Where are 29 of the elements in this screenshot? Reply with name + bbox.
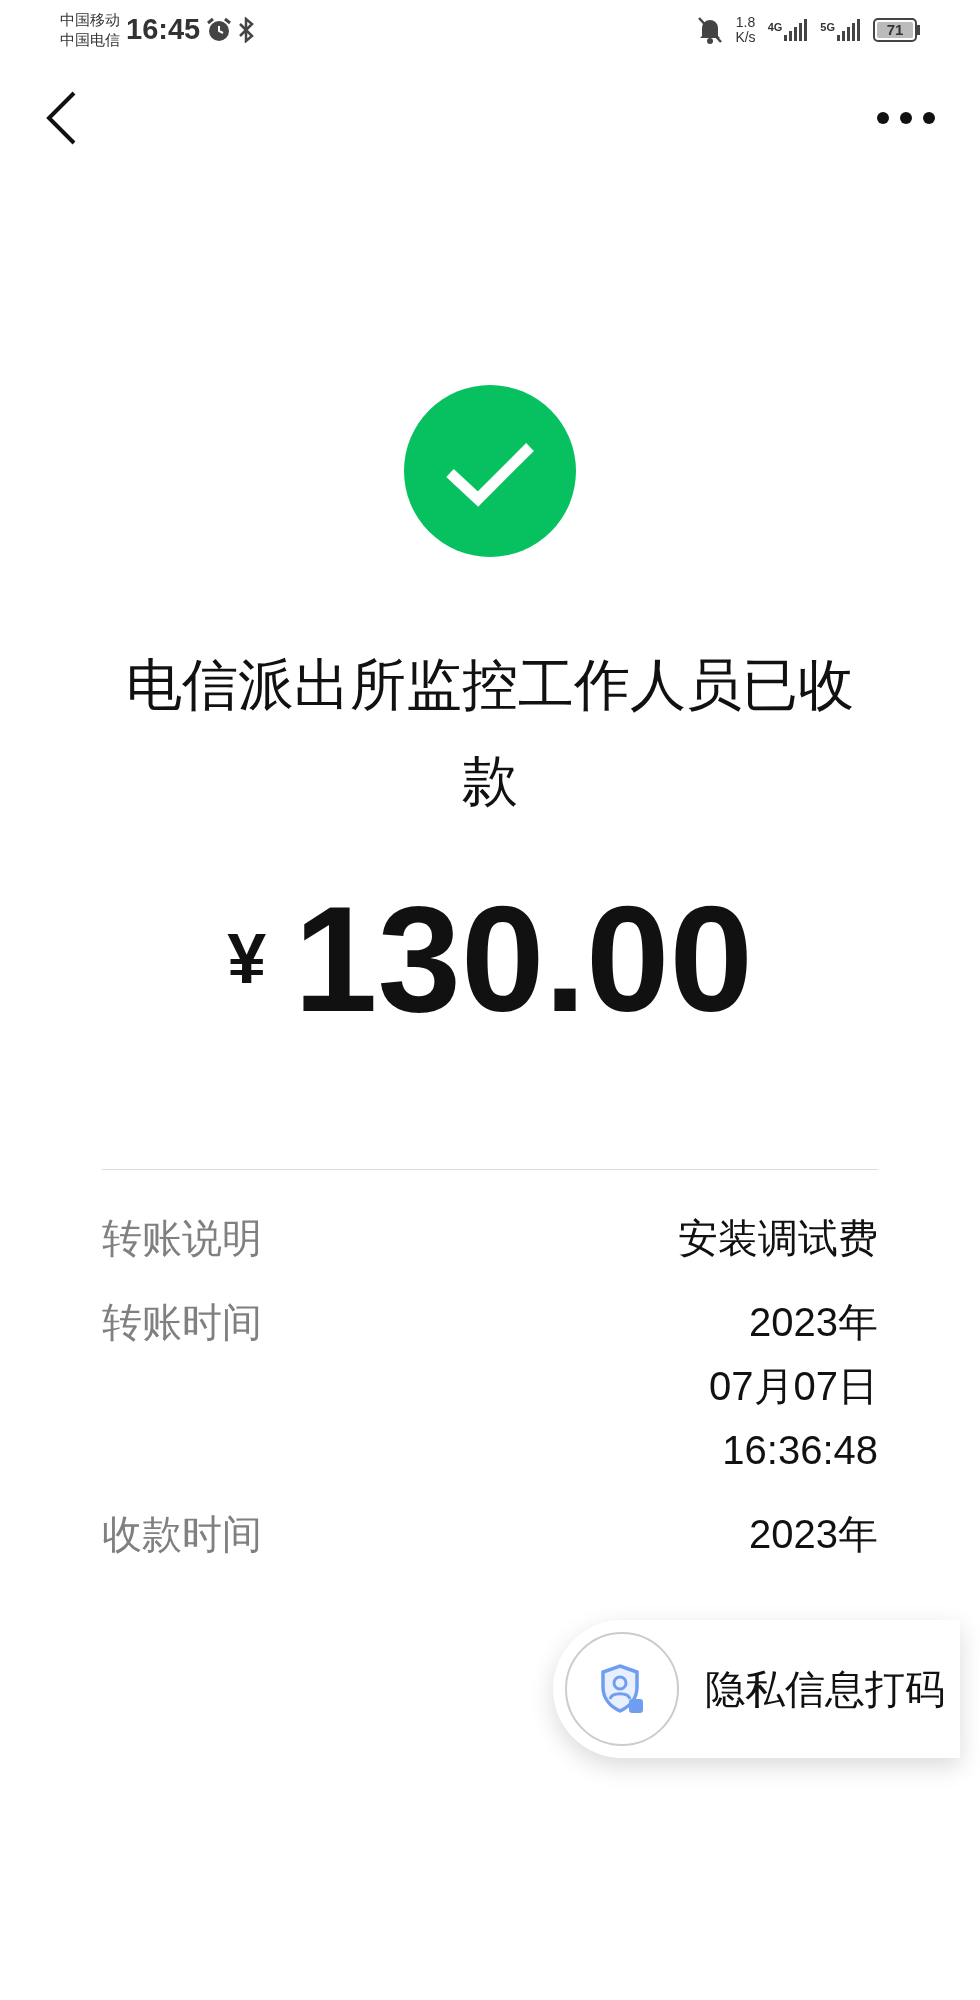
carrier-name: 中国移动 — [60, 10, 120, 30]
detail-value: 2023年 — [749, 1299, 878, 1346]
currency-symbol: ¥ — [227, 918, 267, 1000]
detail-value: 07月07日 — [709, 1363, 878, 1410]
detail-value: 16:36:48 — [722, 1427, 878, 1474]
speed-unit: K/s — [735, 30, 756, 45]
back-icon[interactable] — [44, 89, 78, 146]
carrier-name: 中国电信 — [60, 30, 120, 50]
shield-user-icon — [565, 1632, 679, 1746]
network-type: 5G — [820, 20, 835, 35]
detail-value: 安装调试费 — [678, 1215, 878, 1262]
alarm-icon — [206, 17, 233, 43]
bluetooth-icon — [238, 17, 255, 43]
detail-label: 转账说明 — [102, 1215, 262, 1262]
signal-icon — [784, 19, 809, 41]
muted-bell-icon — [697, 16, 724, 44]
payee-title: 电信派出所监控工作人员已收款 — [125, 652, 855, 814]
battery: 71 — [873, 18, 917, 42]
success-check-icon — [404, 385, 576, 557]
privacy-mask-button[interactable]: 隐私信息打码 — [553, 1620, 960, 1758]
amount: 130.00 — [294, 879, 753, 1039]
network-speed: 1.8 — [735, 15, 756, 30]
more-icon[interactable] — [876, 110, 936, 125]
clock-time: 16:45 — [126, 12, 201, 48]
signal-icon — [837, 19, 861, 41]
detail-label: 收款时间 — [102, 1511, 262, 1558]
detail-label: 转账时间 — [102, 1299, 262, 1346]
network-type: 4G — [767, 20, 783, 35]
detail-value: 2023年 — [749, 1511, 878, 1558]
